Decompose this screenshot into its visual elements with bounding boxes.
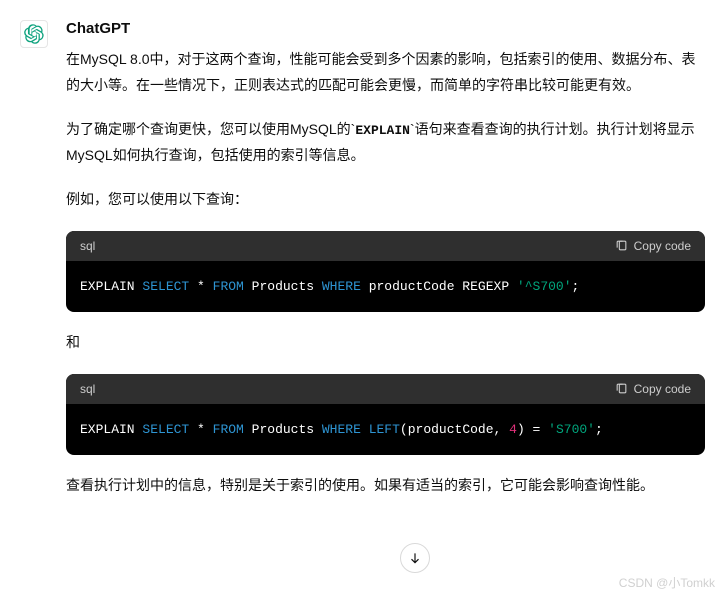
copy-label: Copy code	[634, 239, 691, 253]
code-block: sql Copy code EXPLAIN SELECT * FROM Prod…	[66, 231, 705, 312]
copy-code-button[interactable]: Copy code	[615, 382, 691, 396]
message-content: ChatGPT 在MySQL 8.0中，对于这两个查询，性能可能会受到多个因素的…	[66, 20, 705, 516]
code-content[interactable]: EXPLAIN SELECT * FROM Products WHERE LEF…	[66, 404, 705, 455]
message-container: ChatGPT 在MySQL 8.0中，对于这两个查询，性能可能会受到多个因素的…	[0, 0, 725, 536]
author-name: ChatGPT	[66, 20, 705, 37]
clipboard-icon	[615, 239, 628, 252]
arrow-down-icon	[408, 551, 422, 565]
text: 为了确定哪个查询更快，您可以使用MySQL的`	[66, 121, 355, 137]
paragraph: 为了确定哪个查询更快，您可以使用MySQL的`EXPLAIN`语句来查看查询的执…	[66, 117, 705, 169]
code-header: sql Copy code	[66, 374, 705, 404]
code-content[interactable]: EXPLAIN SELECT * FROM Products WHERE pro…	[66, 261, 705, 312]
paragraph: 和	[66, 330, 705, 356]
code-header: sql Copy code	[66, 231, 705, 261]
code-block: sql Copy code EXPLAIN SELECT * FROM Prod…	[66, 374, 705, 455]
openai-logo-icon	[24, 24, 44, 44]
scroll-down-button[interactable]	[400, 543, 430, 573]
copy-label: Copy code	[634, 382, 691, 396]
watermark: CSDN @小Tomkk	[619, 574, 715, 591]
copy-code-button[interactable]: Copy code	[615, 239, 691, 253]
assistant-avatar	[20, 20, 48, 48]
code-language-label: sql	[80, 239, 95, 253]
clipboard-icon	[615, 382, 628, 395]
inline-code: EXPLAIN	[355, 123, 410, 138]
code-language-label: sql	[80, 382, 95, 396]
paragraph: 查看执行计划中的信息，特别是关于索引的使用。如果有适当的索引，它可能会影响查询性…	[66, 473, 705, 499]
paragraph: 例如，您可以使用以下查询：	[66, 187, 705, 213]
paragraph: 在MySQL 8.0中，对于这两个查询，性能可能会受到多个因素的影响，包括索引的…	[66, 47, 705, 99]
